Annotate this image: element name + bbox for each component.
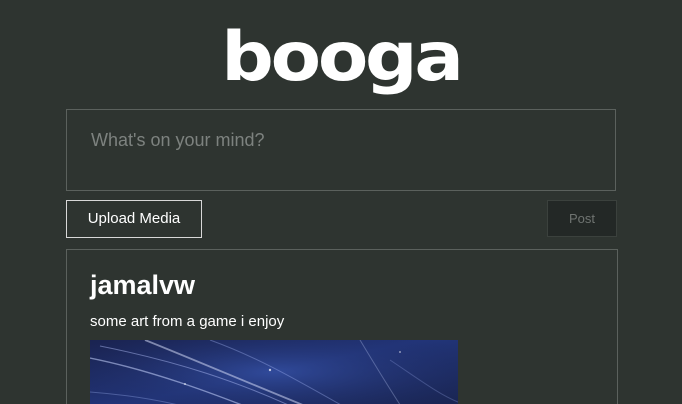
post-card: jamalvw some art from a game i enjoy	[66, 249, 618, 404]
post-author[interactable]: jamalvw	[90, 268, 195, 302]
post-button[interactable]: Post	[547, 200, 617, 237]
post-media-artwork	[90, 340, 458, 404]
upload-media-button[interactable]: Upload Media	[66, 200, 202, 238]
composer-input[interactable]	[67, 110, 615, 190]
post-media-image[interactable]	[90, 340, 458, 404]
app-page: booga Upload Media Post jamalvw some art…	[0, 0, 682, 404]
post-text: some art from a game i enjoy	[90, 313, 285, 330]
app-logo: booga	[221, 18, 464, 97]
post-composer	[66, 109, 616, 191]
